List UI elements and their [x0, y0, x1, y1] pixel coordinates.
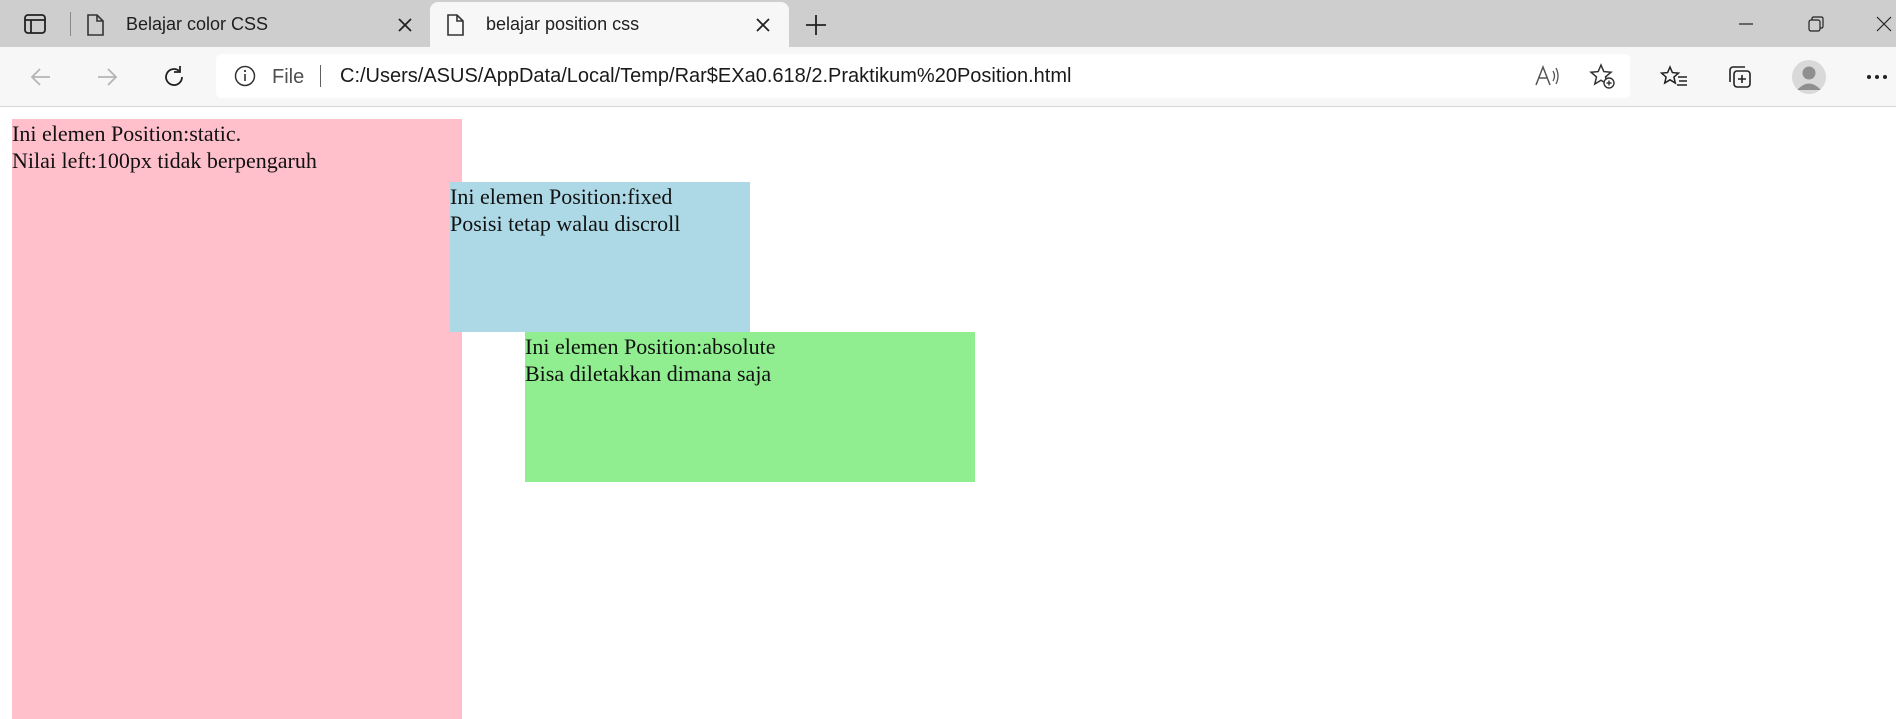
address-bar[interactable]: File C:/Users/ASUS/AppData/Local/Temp/Ra…	[216, 54, 1630, 98]
tab-actions-icon[interactable]	[18, 10, 52, 38]
protocol-separator	[320, 65, 321, 87]
url-text[interactable]: C:/Users/ASUS/AppData/Local/Temp/Rar$EXa…	[340, 65, 1071, 88]
static-box-line-2: Nilai left:100px tidak berpengaruh	[12, 148, 317, 173]
fixed-box-line-2: Posisi tetap walau discroll	[450, 211, 681, 236]
page-content: Ini elemen Position:static. Nilai left:1…	[0, 107, 1896, 719]
back-arrow-icon[interactable]	[24, 60, 58, 94]
page-icon	[86, 14, 104, 41]
refresh-icon[interactable]	[157, 60, 191, 94]
info-icon[interactable]	[234, 65, 256, 92]
collections-icon[interactable]	[1723, 60, 1757, 94]
tab-title: Belajar color CSS	[126, 14, 269, 34]
add-favorite-icon[interactable]	[1589, 63, 1615, 89]
favorites-icon[interactable]	[1657, 60, 1691, 94]
fixed-box-line-1: Ini elemen Position:fixed	[450, 184, 673, 209]
minimize-icon[interactable]	[1734, 12, 1758, 36]
read-aloud-icon[interactable]	[1534, 63, 1560, 89]
static-position-box: Ini elemen Position:static. Nilai left:1…	[12, 119, 462, 719]
forward-arrow-icon[interactable]	[90, 60, 124, 94]
absolute-box-line-2: Bisa diletakkan dimana saja	[525, 361, 772, 386]
tab-belajar-color-css[interactable]: Belajar color CSS	[70, 2, 425, 47]
absolute-position-box: Ini elemen Position:absolute Bisa dileta…	[525, 332, 975, 482]
protocol-label: File	[272, 66, 305, 88]
close-icon[interactable]	[396, 16, 414, 34]
page-icon	[446, 14, 464, 41]
tab-belajar-position-css[interactable]: belajar position css	[430, 2, 789, 47]
navigation-toolbar: File C:/Users/ASUS/AppData/Local/Temp/Ra…	[0, 47, 1896, 107]
fixed-position-box: Ini elemen Position:fixed Posisi tetap w…	[450, 182, 750, 332]
profile-avatar[interactable]	[1792, 60, 1826, 94]
absolute-box-line-1: Ini elemen Position:absolute	[525, 334, 776, 359]
more-menu-icon[interactable]	[1860, 60, 1894, 94]
close-icon[interactable]	[754, 16, 772, 34]
tab-title: belajar position css	[486, 14, 640, 34]
plus-icon[interactable]	[802, 11, 830, 39]
tab-strip: Belajar color CSS belajar position css	[0, 0, 1896, 47]
close-window-icon[interactable]	[1872, 12, 1896, 36]
static-box-line-1: Ini elemen Position:static.	[12, 121, 242, 146]
restore-icon[interactable]	[1804, 12, 1828, 36]
